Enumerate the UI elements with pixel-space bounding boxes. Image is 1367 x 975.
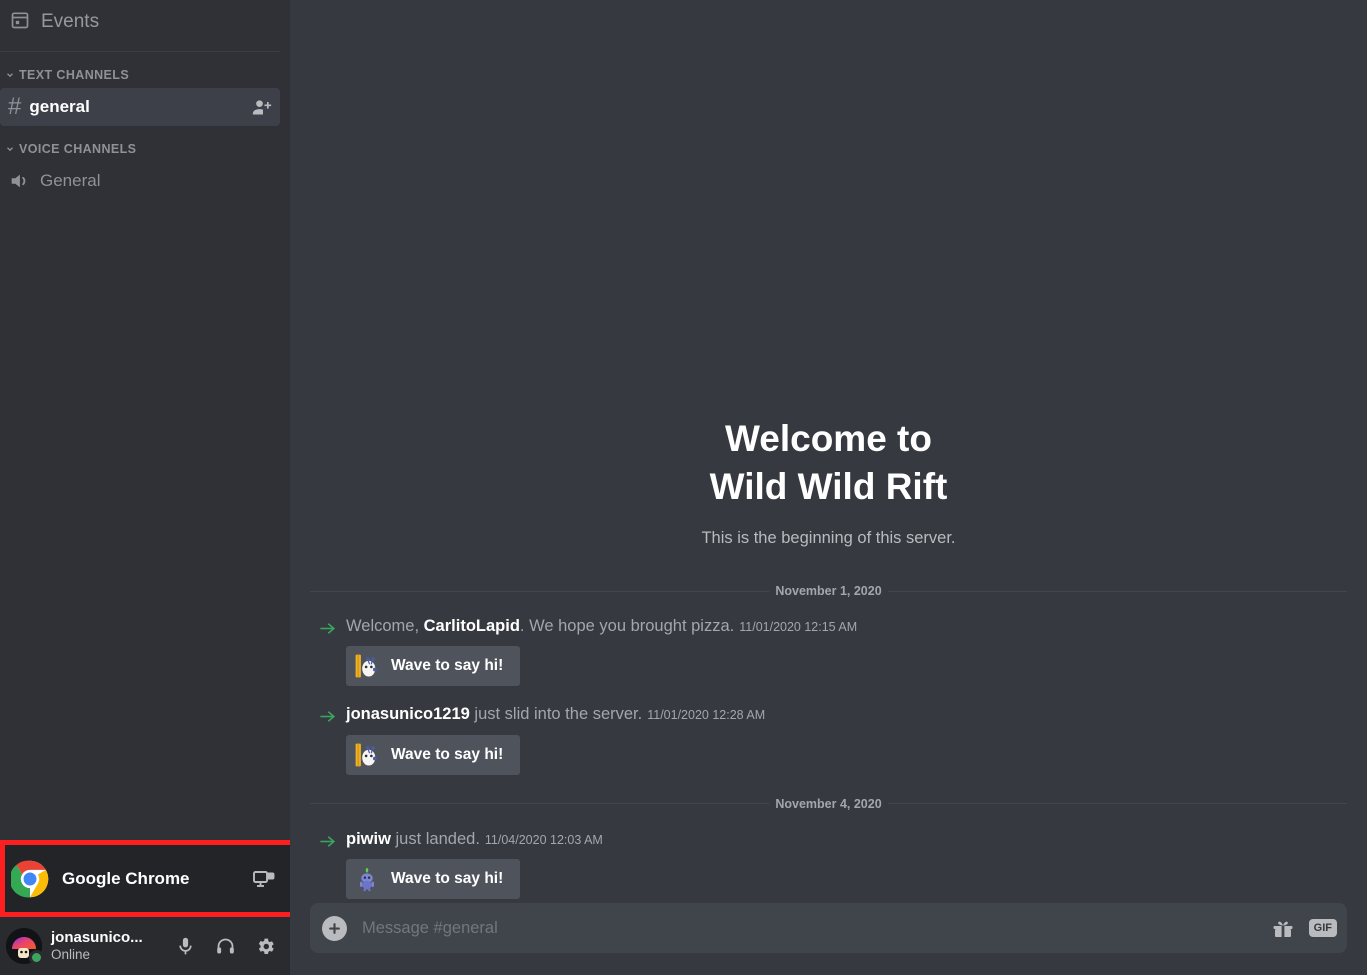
avatar[interactable] <box>6 928 44 965</box>
screen-share-icon[interactable] <box>252 867 276 891</box>
message-timestamp: 11/01/2020 12:28 AM <box>647 708 766 723</box>
date-divider: November 4, 2020 <box>310 797 1347 811</box>
microphone-icon[interactable] <box>169 930 202 963</box>
hash-icon: # <box>8 93 22 120</box>
wave-button-label: Wave to say hi! <box>391 870 504 887</box>
date-divider: November 1, 2020 <box>310 584 1347 598</box>
date-label: November 1, 2020 <box>775 584 882 599</box>
person-add-icon[interactable] <box>252 97 272 117</box>
system-message: Welcome, CarlitoLapid. We hope you broug… <box>290 598 1367 687</box>
message-prefix: Welcome, <box>346 617 424 636</box>
activity-app-name: Google Chrome <box>62 868 190 888</box>
status-badge-online <box>29 950 44 965</box>
message-username[interactable]: piwiw <box>346 830 391 848</box>
gift-icon[interactable] <box>1271 916 1295 940</box>
join-arrow-icon <box>310 615 346 638</box>
sidebar-voice-channel-general[interactable]: General <box>0 162 280 200</box>
category-label: TEXT CHANNELS <box>19 68 130 82</box>
system-message-text: piwiw just landed. 11/04/2020 12:03 AM <box>346 828 1347 850</box>
system-message: jonasunico1219 just slid into the server… <box>290 686 1367 775</box>
plus-icon[interactable] <box>322 915 347 941</box>
wumpus-door-emoji <box>353 652 381 680</box>
headphones-icon[interactable] <box>209 930 242 963</box>
system-message: piwiw just landed. 11/04/2020 12:03 AM W… <box>290 811 1367 899</box>
join-arrow-icon <box>310 828 346 851</box>
divider-line <box>310 590 770 592</box>
category-text-channels[interactable]: TEXT CHANNELS <box>0 52 290 86</box>
system-message-text: jonasunico1219 just slid into the server… <box>346 703 1347 725</box>
chevron-down-icon <box>4 69 16 81</box>
sidebar-item-events-label: Events <box>41 11 100 32</box>
message-suffix: just slid into the server. <box>469 705 643 724</box>
welcome-title-line2: Wild Wild Rift <box>709 466 948 508</box>
gear-icon[interactable] <box>249 930 282 963</box>
message-composer: GIF <box>290 903 1367 975</box>
sidebar-voice-channel-label: General <box>40 171 101 190</box>
chevron-down-icon <box>4 143 16 155</box>
date-label: November 4, 2020 <box>775 796 882 811</box>
user-name: jonasunico... <box>51 929 143 947</box>
user-status: Online <box>51 946 91 962</box>
sidebar-channel-general[interactable]: # general <box>0 88 280 126</box>
message-timestamp: 11/01/2020 12:15 AM <box>739 620 858 635</box>
wave-to-say-hi-button[interactable]: Wave to say hi! <box>346 646 521 687</box>
message-username[interactable]: CarlitoLapid <box>424 617 520 635</box>
sidebar-item-events[interactable]: Events <box>0 0 290 44</box>
divider-line <box>310 803 770 805</box>
speaker-icon <box>8 170 32 192</box>
sidebar-channel-label: general <box>29 97 90 116</box>
message-username[interactable]: jonasunico1219 <box>346 705 470 723</box>
divider-line <box>887 803 1347 805</box>
user-controls <box>169 930 286 963</box>
user-panel: jonasunico... Online <box>0 917 290 975</box>
chat-area: Welcome to Wild Wild Rift This is the be… <box>290 0 1367 975</box>
category-label: VOICE CHANNELS <box>19 142 137 156</box>
wave-button-label: Wave to say hi! <box>391 745 504 763</box>
activity-panel-google-chrome[interactable]: Google Chrome <box>0 840 295 917</box>
wumpus-sprout-emoji <box>353 865 381 893</box>
composer-actions: GIF <box>1271 916 1337 940</box>
message-list[interactable]: Welcome to Wild Wild Rift This is the be… <box>290 0 1367 903</box>
channel-sidebar: Events TEXT CHANNELS # general VOICE CHA… <box>0 0 295 975</box>
wave-to-say-hi-button[interactable]: Wave to say hi! <box>346 859 521 899</box>
chrome-icon <box>9 860 49 898</box>
category-voice-channels[interactable]: VOICE CHANNELS <box>0 126 290 160</box>
divider-line <box>887 590 1347 592</box>
calendar-icon <box>10 10 30 35</box>
gif-button[interactable]: GIF <box>1308 919 1337 937</box>
wave-to-say-hi-button[interactable]: Wave to say hi! <box>346 734 521 775</box>
wumpus-door-emoji <box>353 741 381 769</box>
user-info[interactable]: jonasunico... Online <box>51 929 143 962</box>
system-message-body: Welcome, CarlitoLapid. We hope you broug… <box>346 615 1347 687</box>
system-message-body: piwiw just landed. 11/04/2020 12:03 AM W… <box>346 828 1347 899</box>
wave-button-label: Wave to say hi! <box>391 657 504 675</box>
welcome-subtitle: This is the beginning of this server. <box>701 529 956 548</box>
join-arrow-icon <box>310 703 346 726</box>
welcome-title-line1: Welcome to <box>725 417 932 459</box>
system-message-body: jonasunico1219 just slid into the server… <box>346 703 1347 775</box>
discord-window: Events TEXT CHANNELS # general VOICE CHA… <box>0 0 1367 975</box>
server-welcome: Welcome to Wild Wild Rift This is the be… <box>290 415 1367 563</box>
message-suffix: . We hope you brought pizza. <box>519 617 735 636</box>
system-message-text: Welcome, CarlitoLapid. We hope you broug… <box>346 615 1347 637</box>
message-input[interactable] <box>362 918 1263 938</box>
composer-box[interactable]: GIF <box>310 903 1347 953</box>
message-timestamp: 11/04/2020 12:03 AM <box>484 832 603 847</box>
message-suffix: just landed. <box>390 829 480 848</box>
